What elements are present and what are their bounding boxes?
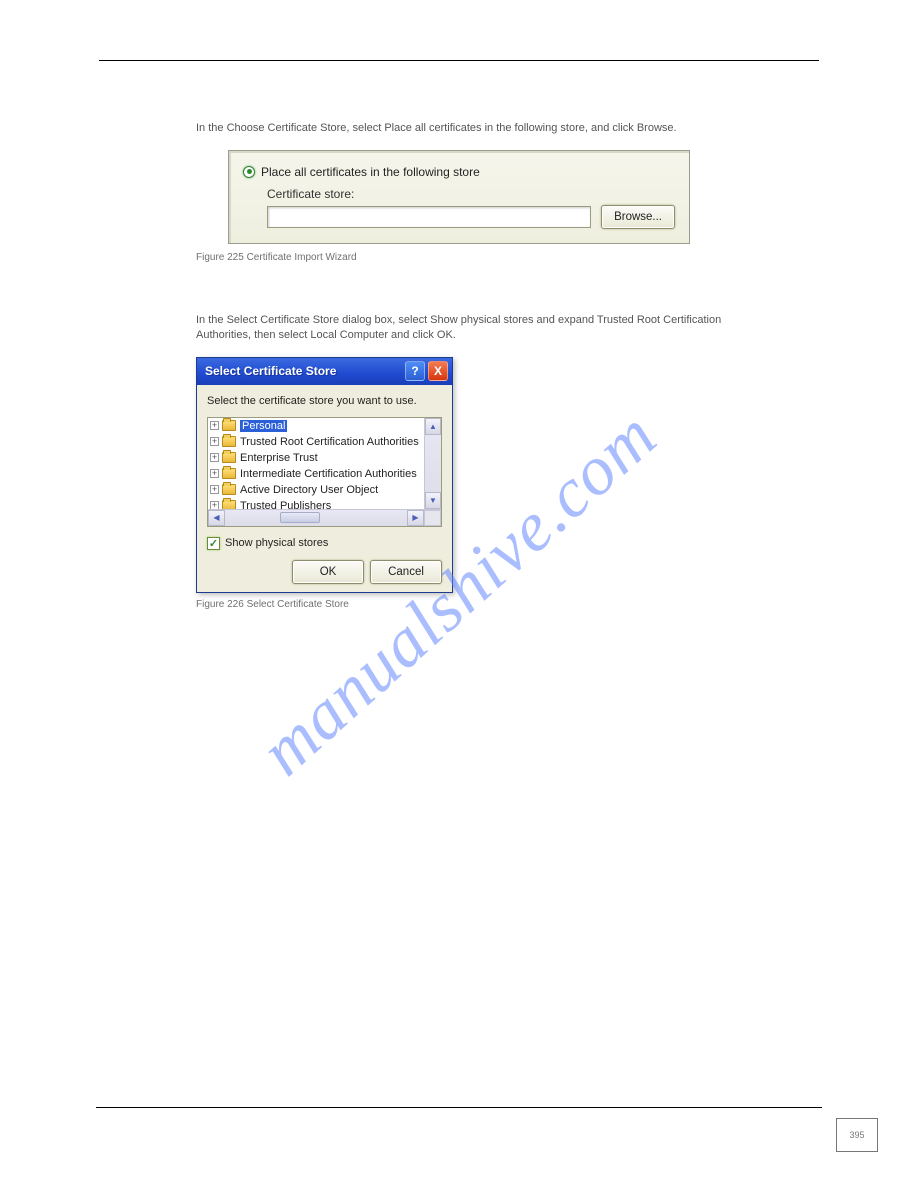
tree-item[interactable]: + Enterprise Trust [208, 450, 424, 466]
tree-item-label: Enterprise Trust [240, 452, 318, 464]
scroll-right-icon[interactable]: ▶ [407, 510, 424, 526]
horizontal-scrollbar[interactable]: ◀ ▶ [208, 509, 441, 526]
dialog-titlebar[interactable]: Select Certificate Store ? X [197, 358, 452, 385]
folder-icon [222, 420, 236, 431]
scroll-track[interactable] [425, 435, 441, 492]
tree-item[interactable]: + Trusted Root Certification Authorities [208, 434, 424, 450]
ok-button[interactable]: OK [292, 560, 364, 584]
radio-place-all[interactable] [243, 166, 255, 178]
tree-item-label: Personal [240, 420, 287, 432]
instruction-step-2: In the Select Certificate Store dialog b… [196, 313, 772, 343]
folder-icon [222, 436, 236, 447]
cancel-button[interactable]: Cancel [370, 560, 442, 584]
figure-caption-2: Figure 226 Select Certificate Store [96, 599, 822, 610]
folder-icon [222, 484, 236, 495]
tree-item-label: Trusted Root Certification Authorities [240, 436, 419, 448]
horizontal-rule-bottom [96, 1107, 822, 1108]
show-physical-label: Show physical stores [225, 537, 328, 549]
radio-selected-dot [247, 169, 252, 174]
scroll-down-icon[interactable]: ▼ [425, 492, 441, 509]
figure-caption-1: Figure 225 Certificate Import Wizard [96, 252, 822, 263]
cert-store-input[interactable] [267, 206, 591, 228]
tree-item[interactable]: + Intermediate Certification Authorities [208, 466, 424, 482]
scroll-left-icon[interactable]: ◀ [208, 510, 225, 526]
cert-store-panel: Place all certificates in the following … [228, 150, 690, 244]
instruction-step-1: In the Choose Certificate Store, select … [196, 121, 772, 136]
tree-item-label: Active Directory User Object [240, 484, 378, 496]
folder-icon [222, 468, 236, 479]
show-physical-checkbox[interactable]: ✓ [207, 537, 220, 550]
radio-label: Place all certificates in the following … [261, 165, 480, 179]
cert-store-label: Certificate store: [267, 187, 675, 201]
tree-item-label: Intermediate Certification Authorities [240, 468, 417, 480]
vertical-scrollbar[interactable]: ▲ ▼ [424, 418, 441, 509]
folder-icon [222, 452, 236, 463]
help-icon[interactable]: ? [405, 361, 425, 381]
dialog-message: Select the certificate store you want to… [207, 395, 442, 407]
browse-button[interactable]: Browse... [601, 205, 675, 229]
scroll-htrack[interactable] [225, 510, 407, 526]
expand-icon[interactable]: + [210, 485, 219, 494]
expand-icon[interactable]: + [210, 469, 219, 478]
tree-item[interactable]: + Personal [208, 418, 424, 434]
horizontal-rule-top [99, 60, 819, 61]
tree-item[interactable]: + Active Directory User Object [208, 482, 424, 498]
expand-icon[interactable]: + [210, 453, 219, 462]
scroll-corner [424, 510, 441, 526]
dialog-title-text: Select Certificate Store [205, 364, 402, 378]
close-icon[interactable]: X [428, 361, 448, 381]
scroll-thumb[interactable] [280, 512, 320, 523]
select-cert-store-dialog: Select Certificate Store ? X Select the … [196, 357, 453, 593]
page-number: 395 [836, 1118, 878, 1152]
scroll-up-icon[interactable]: ▲ [425, 418, 441, 435]
cert-store-tree[interactable]: + Personal + Trusted Root Certification Aut… [207, 417, 442, 527]
expand-icon[interactable]: + [210, 421, 219, 430]
expand-icon[interactable]: + [210, 437, 219, 446]
